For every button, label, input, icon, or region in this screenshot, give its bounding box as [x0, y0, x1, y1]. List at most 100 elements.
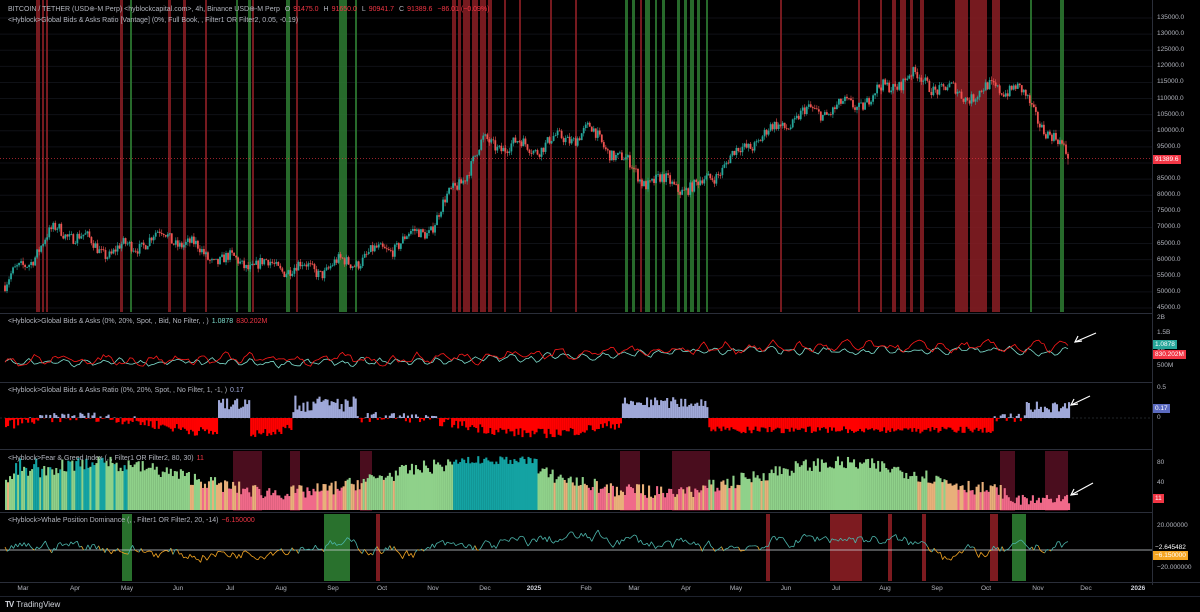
price-candle [80, 236, 83, 239]
price-candle [478, 149, 481, 155]
ratio-histogram-bar [332, 401, 335, 418]
ratio-histogram-bar [585, 418, 588, 431]
fear-greed-bar [547, 477, 550, 510]
price-candle [209, 259, 211, 261]
ratio-histogram-bar [290, 418, 293, 430]
pane-divider[interactable] [0, 313, 1152, 314]
price-candle [912, 67, 915, 77]
indicator-3-title[interactable]: <Hyblock>Global Bids & Asks Ratio (0%, 2… [8, 387, 227, 394]
symbol-title[interactable]: BITCOIN / TETHER (USD⊕-M Perp) <hyblockc… [8, 6, 280, 13]
whale-line-segment [512, 537, 516, 540]
fear-greed-bar [1011, 501, 1014, 510]
price-candle [749, 143, 752, 149]
whale-line-segment [701, 546, 705, 552]
price-candle [142, 242, 145, 246]
fear-greed-bar [1037, 497, 1040, 510]
ratio-histogram-bar [941, 418, 944, 427]
ratio-histogram-bar [726, 418, 729, 428]
fear-greed-bar [615, 486, 618, 510]
price-candle [669, 175, 672, 184]
ratio-histogram-bar [826, 418, 829, 433]
whale-line-segment [391, 546, 395, 551]
whale-line-segment [804, 533, 807, 537]
fear-greed-bar [728, 488, 731, 510]
ratio-histogram-bar [485, 418, 488, 434]
fear-greed-bar [400, 465, 403, 510]
price-candle [795, 115, 798, 119]
whale-line-segment [28, 543, 31, 547]
ratio-histogram-bar [1027, 402, 1030, 418]
price-candle [693, 179, 696, 192]
ratio-histogram-bar [718, 418, 721, 429]
whale-line-segment [1050, 547, 1054, 552]
price-candle [273, 262, 276, 264]
whale-line-segment [691, 541, 695, 545]
indicator-2-title[interactable]: <Hyblock>Global Bids & Asks (0%, 20%, Sp… [8, 318, 209, 325]
price-candle [287, 270, 290, 275]
fear-greed-bar [95, 463, 98, 510]
ratio-histogram-bar [553, 418, 556, 438]
chart-canvas[interactable] [0, 0, 1152, 585]
indicator-4-title[interactable]: <Hyblock>Fear & Greed Index (, , Filter1… [8, 455, 194, 462]
price-candle [838, 98, 840, 105]
ratio-histogram-bar [949, 418, 952, 428]
price-candle [484, 134, 487, 136]
ratio-histogram-bar [183, 418, 186, 429]
bearish-signal-band [780, 0, 782, 312]
fear-greed-bar [426, 468, 430, 510]
fear-greed-bar [99, 458, 102, 510]
indicator-legend-3[interactable]: <Hyblock>Global Bids & Asks Ratio (0%, 2… [8, 386, 247, 395]
fear-greed-bar [760, 481, 763, 510]
price-candle [126, 243, 129, 245]
fear-greed-bar [561, 477, 564, 510]
price-candle [72, 234, 75, 244]
ratio-histogram-bar [965, 418, 968, 427]
price-candle [309, 263, 312, 265]
price-candle [289, 270, 292, 277]
fear-greed-bar [724, 484, 727, 510]
indicator-legend-5[interactable]: <Hyblock>Whale Position Dominance (, , F… [8, 516, 258, 525]
pane-divider[interactable] [0, 512, 1152, 513]
ratio-histogram-bar [917, 418, 920, 429]
price-candle [914, 67, 917, 73]
price-candle [138, 243, 141, 254]
whale-line-segment [57, 542, 61, 545]
whale-line-segment [453, 542, 457, 546]
indicator-legend-2[interactable]: <Hyblock>Global Bids & Asks (0%, 20%, Sp… [8, 317, 270, 326]
fear-greed-bar [1043, 498, 1046, 510]
ratio-histogram-bar [945, 418, 948, 430]
whale-line-segment [789, 545, 792, 548]
ratio-histogram-bar [171, 418, 174, 432]
ratio-histogram-bar [9, 418, 12, 421]
time-tick: Mar [628, 585, 640, 592]
whale-line-segment [738, 547, 741, 552]
price-candle [315, 269, 318, 278]
whale-line-segment [878, 542, 882, 544]
whale-line-segment [810, 535, 814, 538]
price-candle [480, 139, 483, 150]
whale-line-segment [978, 552, 982, 558]
indicator-5-title[interactable]: <Hyblock>Whale Position Dominance (, , F… [8, 517, 218, 524]
ratio-histogram-bar [698, 405, 701, 418]
price-candle [510, 143, 513, 152]
fear-greed-bar [388, 472, 391, 510]
ratio-histogram-bar [631, 401, 635, 418]
fear-greed-bar [963, 489, 966, 510]
pane-divider[interactable] [0, 382, 1152, 383]
ratio-histogram-bar [139, 418, 142, 426]
fear-greed-bar [346, 479, 349, 510]
whale-line-segment [474, 545, 478, 551]
pane-divider[interactable] [0, 449, 1152, 450]
indicator-legend-4[interactable]: <Hyblock>Fear & Greed Index (, , Filter1… [8, 454, 207, 463]
ratio-histogram-bar [897, 418, 900, 430]
price-candle [781, 122, 784, 126]
ratio-histogram-bar [165, 418, 168, 427]
indicator-legend-1[interactable]: <Hyblock>Global Bids & Asks Ratio [Vanta… [8, 16, 301, 25]
ratio-histogram-bar [39, 415, 42, 418]
tradingview-logo[interactable]: TV TradingView [5, 600, 60, 609]
fear-greed-bar [358, 489, 361, 510]
ratio-histogram-bar [308, 410, 311, 418]
pane4-tick: 80 [1157, 459, 1165, 466]
indicator-1-title[interactable]: <Hyblock>Global Bids & Asks Ratio [Vanta… [8, 17, 298, 24]
symbol-header[interactable]: BITCOIN / TETHER (USD⊕-M Perp) <hyblockc… [8, 5, 493, 14]
